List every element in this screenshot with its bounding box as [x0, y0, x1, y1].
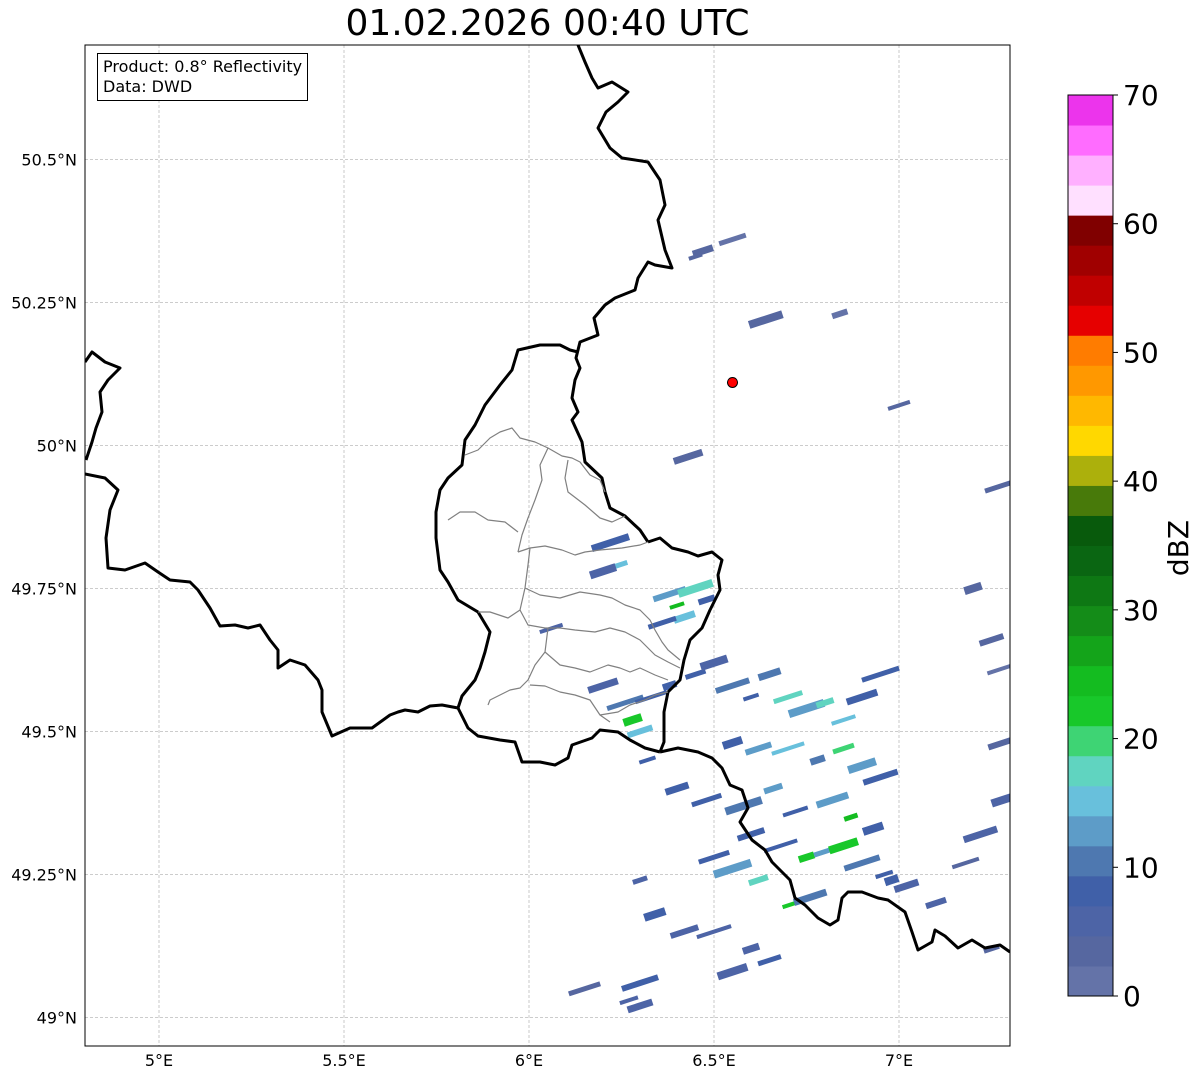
- y-tick-label: 49°N: [37, 1008, 77, 1027]
- colorbar-segment: [1068, 665, 1113, 697]
- colorbar-segment: [1068, 95, 1113, 126]
- colorbar-label: dBZ: [1162, 520, 1195, 576]
- colorbar-segment: [1068, 125, 1113, 156]
- colorbar-segment: [1068, 965, 1113, 997]
- colorbar-tick-label: 20: [1123, 723, 1159, 756]
- y-tick-label: 49.25°N: [11, 865, 77, 884]
- colorbar-segment: [1068, 575, 1113, 607]
- colorbar: 0 10 20 30 40 50 60 70: [1067, 79, 1159, 1013]
- y-tick-label: 50.5°N: [21, 150, 77, 169]
- colorbar-segment: [1068, 905, 1113, 937]
- colorbar-segment: [1068, 605, 1113, 637]
- colorbar-segment: [1068, 515, 1113, 546]
- colorbar-tick-label: 0: [1123, 980, 1141, 1013]
- product-text: Product: 0.8° Reflectivity: [103, 57, 303, 76]
- colorbar-segment: [1068, 395, 1113, 426]
- x-tick-label: 5°E: [145, 1051, 173, 1070]
- colorbar-segment: [1068, 725, 1113, 757]
- x-tick-label: 6.5°E: [692, 1051, 736, 1070]
- info-box: Product: 0.8° Reflectivity Data: DWD: [97, 53, 309, 101]
- colorbar-tick-label: 30: [1123, 594, 1159, 627]
- x-tick-label: 6°E: [515, 1051, 543, 1070]
- y-tick-label: 49.5°N: [21, 722, 77, 741]
- y-tick-label: 50°N: [37, 436, 77, 455]
- x-axis-ticks: 5°E 5.5°E 6°E 6.5°E 7°E: [145, 1051, 913, 1070]
- colorbar-segment: [1068, 785, 1113, 817]
- colorbar-tick-label: 60: [1123, 208, 1159, 241]
- colorbar-tick-label: 70: [1123, 79, 1159, 112]
- colorbar-segment: [1068, 335, 1113, 366]
- x-tick-label: 5.5°E: [322, 1051, 366, 1070]
- colorbar-segment: [1068, 245, 1113, 276]
- colorbar-segment: [1068, 635, 1113, 667]
- colorbar-segment: [1068, 875, 1113, 907]
- colorbar-segment: [1068, 275, 1113, 306]
- colorbar-segment: [1068, 485, 1113, 516]
- data-source-text: Data: DWD: [103, 77, 193, 96]
- colorbar-segment: [1068, 305, 1113, 336]
- colorbar-segment: [1068, 695, 1113, 727]
- y-axis-ticks: 49°N 49.25°N 49.5°N 49.75°N 50°N 50.25°N 50.5°…: [11, 150, 77, 1027]
- colorbar-segment: [1068, 545, 1113, 577]
- radar-map: 5°E 5.5°E 6°E 6.5°E 7°E 49°N 49.25°N 49.5°N 49.…: [11, 44, 1195, 1070]
- colorbar-tick-label: 40: [1123, 465, 1159, 498]
- colorbar-segment: [1068, 755, 1113, 787]
- colorbar-segment: [1068, 215, 1113, 246]
- y-tick-label: 49.75°N: [11, 579, 77, 598]
- colorbar-segment: [1068, 155, 1113, 186]
- colorbar-segment: [1068, 845, 1113, 877]
- colorbar-segment: [1068, 425, 1113, 456]
- colorbar-tick-label: 10: [1123, 851, 1159, 884]
- colorbar-segment: [1068, 935, 1113, 967]
- colorbar-segment: [1068, 185, 1113, 216]
- x-tick-label: 7°E: [885, 1051, 913, 1070]
- colorbar-tick-label: 50: [1123, 336, 1159, 369]
- y-tick-label: 50.25°N: [11, 293, 77, 312]
- colorbar-segment: [1068, 455, 1113, 486]
- radar-site-marker: [727, 376, 738, 388]
- colorbar-segment: [1068, 815, 1113, 847]
- colorbar-segment: [1068, 365, 1113, 396]
